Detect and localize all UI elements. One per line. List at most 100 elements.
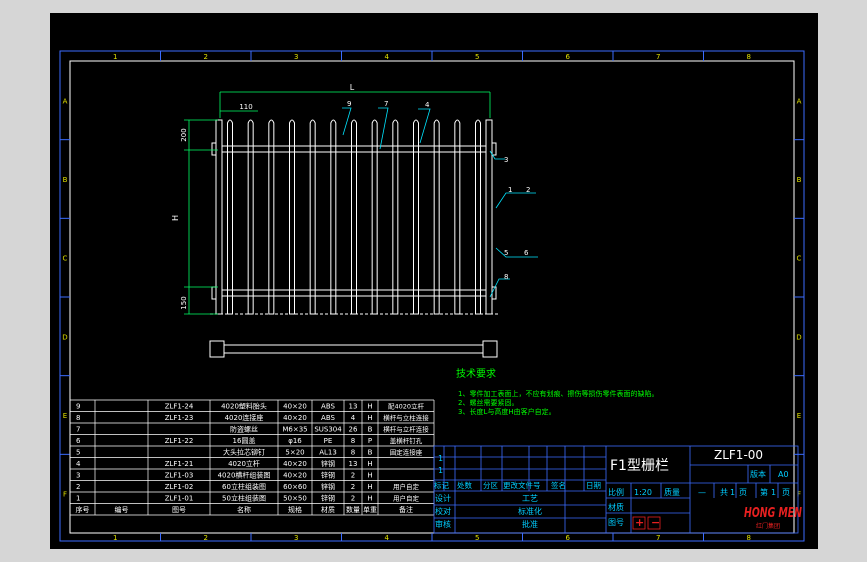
picket — [392, 119, 399, 315]
bom-cell: ZLF1-03 — [165, 472, 194, 480]
bom-cell: 60立柱组装图 — [222, 482, 266, 491]
picket — [351, 119, 357, 315]
callout-2: 2 — [526, 186, 530, 194]
bom-cell: 5×20 — [285, 449, 304, 457]
fence-elevation — [210, 119, 498, 315]
bom-cell: ZLF1-24 — [165, 403, 194, 411]
post-right — [485, 119, 493, 315]
bom-header-cell: 名称 — [237, 505, 251, 514]
rev-header-date: 日期 — [586, 481, 601, 490]
zone-col-label-bottom: 2 — [204, 534, 208, 542]
label-process: 工艺 — [522, 494, 538, 503]
rail-top — [221, 145, 487, 153]
note-line-3: 3、长度L与高度H由客户自定。 — [458, 407, 556, 416]
bom-cell: 2 — [76, 483, 80, 491]
bom-cell: 防盗螺丝 — [230, 425, 258, 434]
bom-cell: ZLF1-01 — [165, 495, 194, 503]
bom-cell: B — [368, 449, 373, 457]
bracket-right — [492, 142, 497, 156]
bracket-left — [211, 286, 216, 300]
bom-cell: 4 — [351, 414, 356, 422]
bom-cell: 8 — [351, 449, 355, 457]
picket — [247, 119, 254, 315]
bom-cell: 锌钢 — [321, 459, 335, 468]
bom-cell: 横杆与立杆连接 — [383, 425, 429, 434]
bom-cell: 7 — [76, 426, 80, 434]
rev-mark-1: 1 — [438, 454, 443, 463]
callout-7: 7 — [384, 100, 388, 108]
label-check: 校对 — [435, 506, 451, 516]
zone-row-label-left: C — [63, 255, 68, 263]
bom-cell: 8 — [351, 437, 355, 445]
cad-drawing: 1 1 2 2 3 3 4 4 5 5 6 6 7 7 8 8 A A B B C C D D E E F F L 110 200 H… — [59, 50, 805, 542]
bom-cell: ZLF1-23 — [165, 414, 194, 422]
zone-row-label-right: C — [797, 255, 802, 263]
bom-cell: ZLF1-02 — [165, 483, 194, 491]
bom-header-cell: 数量 — [346, 505, 360, 514]
bom-cell: 50×50 — [283, 495, 307, 503]
picket — [268, 119, 275, 315]
bom-cell: SUS304 — [314, 426, 342, 434]
rev-header-fileno: 更改文件号 — [503, 480, 541, 490]
bom-cell: ZLF1-21 — [165, 460, 194, 468]
rail-bottom — [221, 289, 487, 297]
zone-row-label-right: F — [797, 491, 801, 499]
bom-cell: 40×20 — [283, 403, 307, 411]
bom-cell: 4020横杆组装图 — [218, 471, 271, 480]
bom-cell: 40×20 — [283, 460, 307, 468]
zone-row-label-left: D — [62, 333, 67, 341]
bom-cell: H — [367, 460, 372, 468]
bom-cell: ABS — [321, 403, 335, 411]
scale-value: 1:20 — [634, 488, 652, 497]
drawing-title: F1型栅栏 — [610, 458, 669, 474]
bom-header-cell: 图号 — [172, 506, 186, 514]
bom-cell: 9 — [76, 403, 80, 411]
label-scale: 比例 — [608, 487, 624, 497]
label-material: 材质 — [608, 502, 624, 512]
bom-cell: 13 — [349, 460, 358, 468]
zone-row-label-right: D — [796, 333, 801, 341]
picket — [413, 119, 419, 315]
post-left — [215, 119, 223, 315]
bom-cell: 13 — [349, 403, 358, 411]
bill-of-materials: 9 ZLF1-24 4020塑料胎头 40×20 ABS 13 H 配4020立杆8 ZLF1-… — [69, 399, 435, 516]
dim-L-label: L — [350, 83, 355, 92]
picket — [454, 119, 461, 315]
callout-9: 9 — [347, 100, 351, 108]
callout-5: 5 — [504, 249, 508, 257]
rev-mark-2: 1 — [438, 466, 443, 475]
zone-col-label-bottom: 6 — [566, 534, 571, 542]
zone-col-label-top: 8 — [747, 53, 751, 61]
bom-cell: 锌钢 — [321, 482, 335, 491]
bom-header-cell: 规格 — [288, 505, 302, 514]
plan-post-right — [482, 340, 498, 358]
zone-row-label-right: E — [797, 412, 801, 420]
label-review: 审核 — [435, 519, 451, 529]
bom-cell: P — [368, 437, 372, 445]
label-approve: 批准 — [522, 519, 538, 529]
callout-1: 1 — [508, 186, 512, 194]
rev-header-zone: 分区 — [483, 481, 498, 490]
drawing-number: ZLF1-00 — [714, 448, 763, 462]
bom-cell: 锌钢 — [321, 471, 335, 480]
picket — [330, 119, 337, 315]
bom-cell: 2 — [351, 483, 355, 491]
bom-cell: H — [367, 495, 372, 503]
bom-cell: 5 — [76, 449, 80, 457]
zone-row-label-right: B — [797, 176, 802, 184]
bom-cell: H — [367, 403, 372, 411]
note-line-2: 2、螺丝需要紧固。 — [458, 398, 518, 407]
bom-header-cell: 单重 — [363, 505, 377, 514]
picket — [289, 119, 295, 315]
label-version: 版本 — [750, 469, 766, 479]
zone-col-label-top: 4 — [385, 53, 390, 61]
bom-cell: 1 — [76, 495, 80, 503]
bom-cell: 用户自定 — [393, 494, 420, 503]
bracket-left — [211, 142, 216, 156]
picket — [433, 119, 440, 315]
bom-cell: 40×20 — [283, 414, 307, 422]
rev-header-mark: 标记 — [434, 480, 449, 490]
brand-subtitle: 红门集团 — [756, 522, 780, 530]
fence-plan-view — [209, 340, 498, 358]
bom-cell: B — [368, 426, 373, 434]
